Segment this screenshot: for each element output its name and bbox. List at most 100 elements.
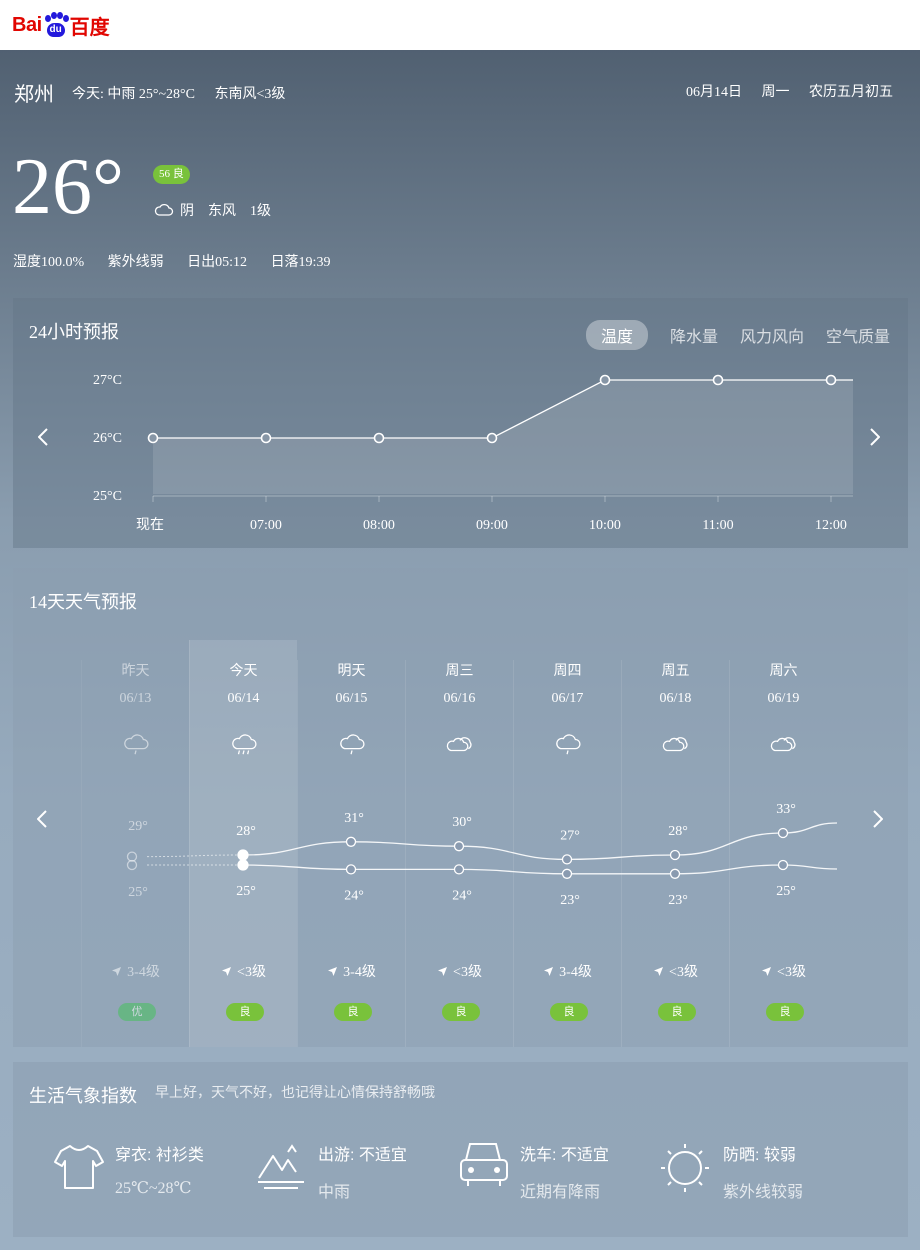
- current-date: 06月14日: [686, 85, 742, 100]
- life-subtitle: 早上好，天气不好，也记得让心情保持舒畅哦: [155, 1084, 435, 1100]
- hourly-time-label: 09:00: [476, 518, 508, 533]
- life-index-panel: 生活气象指数 早上好，天气不好，也记得让心情保持舒畅哦 穿衣: 衬衫类 25℃~…: [13, 1062, 908, 1237]
- day-name: 周三: [445, 662, 474, 678]
- life-item-desc: 25℃~28℃: [115, 1180, 192, 1197]
- life-item-desc: 近期有降雨: [520, 1184, 601, 1201]
- day-column[interactable]: 今天 06/14 <3级良: [189, 640, 297, 1047]
- city-name[interactable]: 郑州: [14, 78, 54, 107]
- day-column[interactable]: 昨天 06/13 3-4级优: [81, 660, 189, 1047]
- chevron-right-icon: [873, 810, 883, 828]
- paw-icon: du: [43, 12, 69, 38]
- day-date: 06/17: [551, 691, 584, 706]
- hourly-point[interactable]: [486, 432, 498, 444]
- sunset: 日落19:39: [270, 255, 331, 270]
- daily-next-button[interactable]: [868, 804, 888, 834]
- day-date: 06/16: [443, 691, 476, 706]
- current-wind-direction: 东风: [208, 204, 236, 219]
- day-column[interactable]: 周三 06/16 <3级良: [405, 660, 513, 1047]
- life-item-desc: 中雨: [318, 1184, 351, 1201]
- current-weekday: 周一: [761, 85, 790, 100]
- wind-direction-icon: [438, 966, 448, 976]
- hourly-area: [153, 380, 853, 494]
- cloudy-icon: [770, 737, 796, 752]
- day-column[interactable]: 周六 06/19 <3级良: [729, 660, 837, 1047]
- day-wind-level: <3级: [777, 965, 806, 980]
- hourly-point[interactable]: [260, 432, 272, 444]
- day-date: 06/14: [227, 691, 260, 706]
- day-name: 明天: [337, 662, 366, 678]
- cloud-icon: [154, 203, 174, 216]
- day-aqi-badge: 良: [442, 1003, 480, 1021]
- logo-text-bai: Bai: [12, 13, 42, 36]
- day-wind-level: 3-4级: [559, 965, 592, 980]
- day-wind-level: <3级: [237, 965, 266, 980]
- baidu-logo[interactable]: Bai du 百度: [12, 8, 110, 42]
- today-summary: 今天: 中雨 25°~28°C 东南风<3级: [72, 83, 301, 103]
- top-bar: Bai du 百度: [0, 0, 920, 50]
- day-date: 06/13: [119, 691, 152, 706]
- hourly-temperature-chart: 27°C 26°C 25°C 现在 07:00 08:00 09:00 10:00 11:00 1…: [93, 373, 853, 533]
- hourly-time-label: 08:00: [363, 518, 395, 533]
- sunrise: 日出05:12: [187, 255, 248, 270]
- wind-direction-icon: [112, 966, 122, 976]
- hourly-time-label: 11:00: [702, 518, 733, 533]
- day-wind: 3-4级: [298, 961, 405, 981]
- day-date: 06/19: [767, 691, 800, 706]
- aqi-badge[interactable]: 56 良: [153, 165, 190, 184]
- hourly-point[interactable]: [599, 374, 611, 386]
- cloudy-icon: [662, 737, 688, 752]
- wind-direction-icon: [654, 966, 664, 976]
- day-aqi-badge: 良: [766, 1003, 804, 1021]
- hourly-point[interactable]: [147, 432, 159, 444]
- day-wind-level: <3级: [453, 965, 482, 980]
- life-item-clothing[interactable]: 穿衣: 衬衫类 25℃~28℃: [53, 1138, 253, 1208]
- current-condition-line: 阴 东风 1级: [154, 200, 285, 220]
- current-temperature: 26°: [12, 143, 124, 231]
- day-column[interactable]: 周五 06/18 <3级良: [621, 660, 729, 1047]
- day-date: 06/15: [335, 691, 368, 706]
- life-item-car-wash[interactable]: 洗车: 不适宜 近期有降雨: [458, 1138, 658, 1208]
- life-item-label: 穿衣: 衬衫类: [115, 1147, 204, 1164]
- day-aqi-badge: 优: [118, 1003, 156, 1021]
- day-wind: <3级: [406, 961, 513, 981]
- daily-forecast-panel: 14天天气预报 昨天 06/13 3-4级优 今天 06/14 <3级良 明天 06/15 3-…: [13, 568, 908, 1047]
- hourly-point[interactable]: [712, 374, 724, 386]
- wind-direction-icon: [222, 966, 232, 976]
- life-item-label: 洗车: 不适宜: [520, 1147, 609, 1164]
- hourly-y-tick-label: 26°C: [93, 431, 122, 446]
- extra-info: 湿度100.0% 紫外线弱 日出05:12 日落19:39: [13, 251, 350, 271]
- day-name: 今天: [229, 662, 258, 678]
- wind-direction-icon: [328, 966, 338, 976]
- day-aqi-badge: 良: [334, 1003, 372, 1021]
- day-wind-level: 3-4级: [127, 965, 160, 980]
- life-item-sunscreen[interactable]: 防晒: 较弱 紫外线较弱: [661, 1138, 861, 1208]
- mountain-icon: [258, 1144, 304, 1189]
- hourly-time-label: 10:00: [589, 518, 621, 533]
- logo-text-baidu-cn: 百度: [69, 16, 110, 39]
- hourly-y-tick-label: 25°C: [93, 489, 122, 504]
- life-item-label: 出游: 不适宜: [318, 1147, 407, 1164]
- hourly-time-label: 07:00: [250, 518, 282, 533]
- day-name: 昨天: [121, 662, 150, 678]
- day-column[interactable]: 周四 06/17 3-4级良: [513, 660, 621, 1047]
- chevron-left-icon: [37, 810, 47, 828]
- humidity: 湿度100.0%: [13, 255, 85, 270]
- day-aqi-badge: 良: [550, 1003, 588, 1021]
- day-aqi-badge: 良: [658, 1003, 696, 1021]
- light-rain-icon: [124, 734, 149, 755]
- day-name: 周四: [553, 662, 582, 678]
- hourly-point[interactable]: [825, 374, 837, 386]
- today-wind: 东南风<3级: [214, 87, 286, 102]
- day-column[interactable]: 明天 06/15 3-4级良: [297, 660, 405, 1047]
- life-item-label: 防晒: 较弱: [723, 1147, 796, 1164]
- cloudy-icon: [446, 737, 472, 752]
- day-wind-level: 3-4级: [343, 965, 376, 980]
- daily-prev-button[interactable]: [32, 804, 52, 834]
- hourly-time-label: 现在: [136, 517, 164, 533]
- day-date: 06/18: [659, 691, 692, 706]
- life-item-travel[interactable]: 出游: 不适宜 中雨: [256, 1138, 456, 1208]
- hourly-point[interactable]: [373, 432, 385, 444]
- car-icon: [460, 1143, 508, 1186]
- light-rain-icon: [340, 734, 365, 755]
- hourly-forecast-panel: 24小时预报 温度 降水量 风力风向 空气质量 27°C 26°C 25°C 现在 07…: [13, 298, 908, 548]
